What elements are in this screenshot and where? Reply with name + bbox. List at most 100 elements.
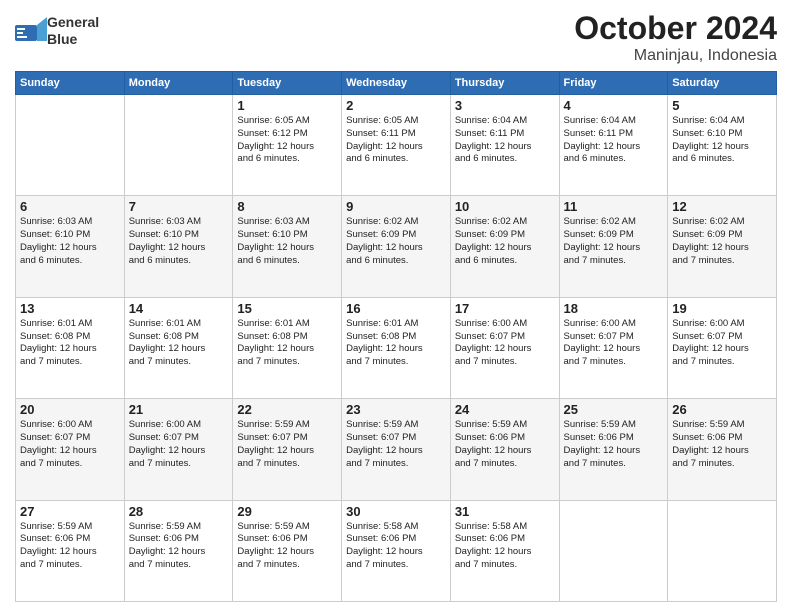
calendar-row: 1 Sunrise: 6:05 AM Sunset: 6:12 PM Daylig… [16,95,777,196]
day-info: Sunrise: 6:02 AM Sunset: 6:09 PM Dayligh… [564,216,664,267]
day-number: 28 [129,504,229,519]
calendar-cell: 4 Sunrise: 6:04 AM Sunset: 6:11 PM Daylig… [559,95,668,196]
calendar-cell: 31 Sunrise: 5:58 AM Sunset: 6:06 PM Dayli… [450,500,559,601]
logo-line2: Blue [47,31,99,48]
day-number: 7 [129,199,229,214]
logo-text: General Blue [47,14,99,48]
day-number: 17 [455,301,555,316]
calendar-cell [668,500,777,601]
day-info: Sunrise: 5:59 AM Sunset: 6:07 PM Dayligh… [346,419,446,470]
day-number: 26 [672,402,772,417]
header: General Blue October 2024 Maninjau, Indo… [15,10,777,65]
page: General Blue October 2024 Maninjau, Indo… [0,0,792,612]
weekday-header: Sunday [16,72,125,95]
day-info: Sunrise: 6:05 AM Sunset: 6:11 PM Dayligh… [346,115,446,166]
day-info: Sunrise: 6:03 AM Sunset: 6:10 PM Dayligh… [129,216,229,267]
calendar-cell: 18 Sunrise: 6:00 AM Sunset: 6:07 PM Dayli… [559,297,668,398]
calendar-cell: 16Sunrise: 6:01 AM Sunset: 6:08 PM Dayli… [342,297,451,398]
day-info: Sunrise: 5:59 AM Sunset: 6:06 PM Dayligh… [672,419,772,470]
day-number: 13 [20,301,120,316]
day-info: Sunrise: 6:00 AM Sunset: 6:07 PM Dayligh… [20,419,120,470]
day-info: Sunrise: 5:59 AM Sunset: 6:06 PM Dayligh… [564,419,664,470]
calendar-cell: 19Sunrise: 6:00 AM Sunset: 6:07 PM Dayli… [668,297,777,398]
calendar-cell: 26 Sunrise: 5:59 AM Sunset: 6:06 PM Dayli… [668,399,777,500]
calendar-cell: 6 Sunrise: 6:03 AM Sunset: 6:10 PM Daylig… [16,196,125,297]
calendar-cell: 3Sunrise: 6:04 AM Sunset: 6:11 PM Daylig… [450,95,559,196]
day-number: 21 [129,402,229,417]
day-info: Sunrise: 6:04 AM Sunset: 6:10 PM Dayligh… [672,115,772,166]
day-number: 2 [346,98,446,113]
day-number: 4 [564,98,664,113]
calendar-cell: 30 Sunrise: 5:58 AM Sunset: 6:06 PM Dayli… [342,500,451,601]
day-info: Sunrise: 6:00 AM Sunset: 6:07 PM Dayligh… [129,419,229,470]
calendar-header-row: SundayMondayTuesdayWednesdayThursdayFrid… [16,72,777,95]
day-number: 6 [20,199,120,214]
day-number: 25 [564,402,664,417]
calendar-cell: 28Sunrise: 5:59 AM Sunset: 6:06 PM Dayli… [124,500,233,601]
calendar-subtitle: Maninjau, Indonesia [574,47,777,65]
calendar-row: 6 Sunrise: 6:03 AM Sunset: 6:10 PM Daylig… [16,196,777,297]
day-number: 31 [455,504,555,519]
weekday-header: Saturday [668,72,777,95]
day-number: 24 [455,402,555,417]
logo-line1: General [47,14,99,31]
calendar-cell [16,95,125,196]
day-info: Sunrise: 5:59 AM Sunset: 6:06 PM Dayligh… [455,419,555,470]
calendar-cell: 9 Sunrise: 6:02 AM Sunset: 6:09 PM Daylig… [342,196,451,297]
day-number: 12 [672,199,772,214]
day-number: 5 [672,98,772,113]
day-info: Sunrise: 6:01 AM Sunset: 6:08 PM Dayligh… [20,318,120,369]
day-info: Sunrise: 6:04 AM Sunset: 6:11 PM Dayligh… [564,115,664,166]
calendar-cell: 1 Sunrise: 6:05 AM Sunset: 6:12 PM Daylig… [233,95,342,196]
calendar-cell: 7 Sunrise: 6:03 AM Sunset: 6:10 PM Daylig… [124,196,233,297]
calendar-cell [559,500,668,601]
day-number: 9 [346,199,446,214]
logo-icon [15,17,43,45]
calendar-cell: 11Sunrise: 6:02 AM Sunset: 6:09 PM Dayli… [559,196,668,297]
day-info: Sunrise: 6:02 AM Sunset: 6:09 PM Dayligh… [455,216,555,267]
day-info: Sunrise: 6:05 AM Sunset: 6:12 PM Dayligh… [237,115,337,166]
calendar-cell: 5 Sunrise: 6:04 AM Sunset: 6:10 PM Daylig… [668,95,777,196]
calendar-cell [124,95,233,196]
day-info: Sunrise: 6:03 AM Sunset: 6:10 PM Dayligh… [237,216,337,267]
calendar-cell: 29Sunrise: 5:59 AM Sunset: 6:06 PM Dayli… [233,500,342,601]
day-info: Sunrise: 6:00 AM Sunset: 6:07 PM Dayligh… [455,318,555,369]
calendar-cell: 12 Sunrise: 6:02 AM Sunset: 6:09 PM Dayli… [668,196,777,297]
day-info: Sunrise: 5:58 AM Sunset: 6:06 PM Dayligh… [455,521,555,572]
title-block: October 2024 Maninjau, Indonesia [574,10,777,65]
calendar-cell: 15 Sunrise: 6:01 AM Sunset: 6:08 PM Dayli… [233,297,342,398]
day-number: 8 [237,199,337,214]
day-info: Sunrise: 6:01 AM Sunset: 6:08 PM Dayligh… [129,318,229,369]
calendar-row: 20 Sunrise: 6:00 AM Sunset: 6:07 PM Dayli… [16,399,777,500]
day-number: 22 [237,402,337,417]
day-info: Sunrise: 5:58 AM Sunset: 6:06 PM Dayligh… [346,521,446,572]
calendar-row: 13 Sunrise: 6:01 AM Sunset: 6:08 PM Dayli… [16,297,777,398]
day-info: Sunrise: 6:02 AM Sunset: 6:09 PM Dayligh… [672,216,772,267]
calendar-cell: 17 Sunrise: 6:00 AM Sunset: 6:07 PM Dayli… [450,297,559,398]
calendar-cell: 8 Sunrise: 6:03 AM Sunset: 6:10 PM Daylig… [233,196,342,297]
logo: General Blue [15,14,99,48]
calendar-cell: 2 Sunrise: 6:05 AM Sunset: 6:11 PM Daylig… [342,95,451,196]
day-number: 10 [455,199,555,214]
day-info: Sunrise: 6:01 AM Sunset: 6:08 PM Dayligh… [237,318,337,369]
weekday-header: Wednesday [342,72,451,95]
day-number: 23 [346,402,446,417]
calendar-cell: 13 Sunrise: 6:01 AM Sunset: 6:08 PM Dayli… [16,297,125,398]
calendar-row: 27Sunrise: 5:59 AM Sunset: 6:06 PM Dayli… [16,500,777,601]
day-info: Sunrise: 6:03 AM Sunset: 6:10 PM Dayligh… [20,216,120,267]
day-number: 15 [237,301,337,316]
day-info: Sunrise: 5:59 AM Sunset: 6:07 PM Dayligh… [237,419,337,470]
day-number: 1 [237,98,337,113]
day-info: Sunrise: 5:59 AM Sunset: 6:06 PM Dayligh… [237,521,337,572]
day-info: Sunrise: 6:02 AM Sunset: 6:09 PM Dayligh… [346,216,446,267]
day-info: Sunrise: 6:00 AM Sunset: 6:07 PM Dayligh… [672,318,772,369]
calendar-table: SundayMondayTuesdayWednesdayThursdayFrid… [15,71,777,602]
day-number: 20 [20,402,120,417]
calendar-title: October 2024 [574,10,777,47]
weekday-header: Monday [124,72,233,95]
day-number: 18 [564,301,664,316]
day-number: 30 [346,504,446,519]
weekday-header: Thursday [450,72,559,95]
calendar-cell: 14Sunrise: 6:01 AM Sunset: 6:08 PM Dayli… [124,297,233,398]
day-info: Sunrise: 6:00 AM Sunset: 6:07 PM Dayligh… [564,318,664,369]
